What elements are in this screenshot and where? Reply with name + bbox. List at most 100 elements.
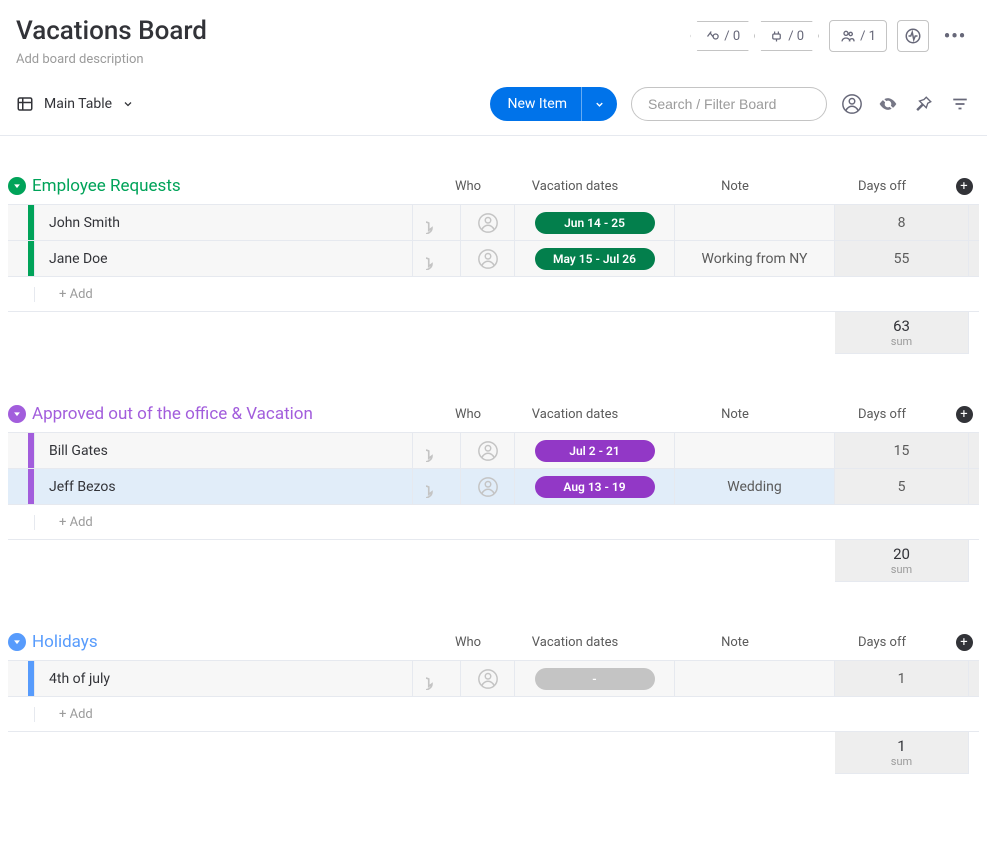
col-header-who[interactable]: Who: [441, 406, 495, 423]
date-pill: Jul 2 - 21: [535, 440, 655, 462]
who-cell[interactable]: [461, 469, 515, 504]
add-column-button[interactable]: +: [956, 634, 973, 651]
add-item-button[interactable]: + Add: [34, 515, 835, 530]
more-dots-icon: •••: [944, 26, 966, 47]
caret-down-icon: [12, 409, 22, 419]
board-description-placeholder[interactable]: Add board description: [16, 52, 690, 67]
column-sum: 63 sum: [835, 312, 969, 354]
dates-cell[interactable]: May 15 - Jul 26: [515, 241, 675, 276]
note-cell[interactable]: [675, 433, 835, 468]
more-options-button[interactable]: •••: [939, 20, 971, 52]
group-collapse-toggle[interactable]: [8, 177, 26, 195]
date-pill: Aug 13 - 19: [535, 476, 655, 498]
plug-icon: [769, 29, 784, 44]
chat-button[interactable]: [413, 205, 461, 240]
note-cell[interactable]: [675, 205, 835, 240]
days-cell[interactable]: 1: [835, 661, 969, 696]
members-badge[interactable]: / 1: [829, 20, 887, 52]
add-column-button[interactable]: +: [956, 178, 973, 195]
new-item-dropdown[interactable]: [581, 87, 617, 121]
new-item-button[interactable]: New Item: [490, 87, 618, 121]
group-title[interactable]: Holidays: [32, 632, 98, 652]
integrations-count: / 0: [788, 29, 804, 44]
pin-button[interactable]: [913, 93, 935, 115]
table-icon: [16, 95, 34, 113]
date-pill: -: [535, 668, 655, 690]
note-cell[interactable]: Working from NY: [675, 241, 835, 276]
add-item-button[interactable]: + Add: [34, 707, 835, 722]
automations-badge[interactable]: / 0: [690, 21, 755, 51]
column-sum: 1 sum: [835, 732, 969, 774]
table-row[interactable]: Jeff Bezos Aug 13 - 19 Wedding 5: [8, 468, 979, 504]
sum-value: 63: [893, 317, 910, 335]
pin-icon: [915, 95, 933, 113]
who-cell[interactable]: [461, 205, 515, 240]
caret-down-icon: [12, 637, 22, 647]
who-cell[interactable]: [461, 433, 515, 468]
item-name[interactable]: 4th of july: [34, 661, 413, 696]
col-header-note[interactable]: Note: [655, 406, 815, 423]
dates-cell[interactable]: Aug 13 - 19: [515, 469, 675, 504]
row-end-spacer: [969, 241, 979, 276]
who-cell[interactable]: [461, 241, 515, 276]
people-icon: [840, 28, 856, 44]
add-column-button[interactable]: +: [956, 406, 973, 423]
days-cell[interactable]: 15: [835, 433, 969, 468]
board-title[interactable]: Vacations Board: [16, 16, 690, 46]
table-row[interactable]: Bill Gates Jul 2 - 21 15: [8, 432, 979, 468]
col-header-dates[interactable]: Vacation dates: [495, 634, 655, 651]
hide-columns-button[interactable]: [877, 93, 899, 115]
sum-label: sum: [891, 755, 912, 768]
days-cell[interactable]: 5: [835, 469, 969, 504]
chat-button[interactable]: [413, 469, 461, 504]
note-cell[interactable]: Wedding: [675, 469, 835, 504]
col-header-note[interactable]: Note: [655, 178, 815, 195]
row-end-spacer: [969, 205, 979, 240]
add-item-button[interactable]: + Add: [34, 287, 835, 302]
col-header-days[interactable]: Days off: [815, 634, 949, 651]
note-cell[interactable]: [675, 661, 835, 696]
date-pill: May 15 - Jul 26: [535, 248, 655, 270]
chat-button[interactable]: [413, 661, 461, 696]
activity-button[interactable]: [897, 20, 929, 52]
view-selector[interactable]: Main Table: [16, 95, 134, 113]
integrations-badge[interactable]: / 0: [754, 21, 819, 51]
item-name[interactable]: Jeff Bezos: [34, 469, 413, 504]
filter-button[interactable]: [949, 93, 971, 115]
col-header-dates[interactable]: Vacation dates: [495, 178, 655, 195]
col-header-note[interactable]: Note: [655, 634, 815, 651]
item-name[interactable]: John Smith: [34, 205, 413, 240]
chat-button[interactable]: [413, 433, 461, 468]
col-header-days[interactable]: Days off: [815, 406, 949, 423]
col-header-who[interactable]: Who: [441, 178, 495, 195]
dates-cell[interactable]: Jul 2 - 21: [515, 433, 675, 468]
dates-cell[interactable]: Jun 14 - 25: [515, 205, 675, 240]
table-row[interactable]: John Smith Jun 14 - 25 8: [8, 204, 979, 240]
new-item-label: New Item: [490, 96, 582, 112]
days-cell[interactable]: 55: [835, 241, 969, 276]
item-name[interactable]: Bill Gates: [34, 433, 413, 468]
search-input[interactable]: [631, 87, 827, 121]
person-circle-icon: [841, 93, 863, 115]
days-cell[interactable]: 8: [835, 205, 969, 240]
sum-label: sum: [891, 563, 912, 576]
group-title[interactable]: Employee Requests: [32, 176, 181, 196]
group-collapse-toggle[interactable]: [8, 405, 26, 423]
table-row[interactable]: Jane Doe May 15 - Jul 26 Working from NY…: [8, 240, 979, 276]
group-title[interactable]: Approved out of the office & Vacation: [32, 404, 313, 424]
who-cell[interactable]: [461, 661, 515, 696]
view-name: Main Table: [44, 96, 112, 112]
row-end-spacer: [969, 433, 979, 468]
date-pill: Jun 14 - 25: [535, 212, 655, 234]
col-header-days[interactable]: Days off: [815, 178, 949, 195]
col-header-dates[interactable]: Vacation dates: [495, 406, 655, 423]
chat-button[interactable]: [413, 241, 461, 276]
chevron-down-icon: [122, 98, 134, 110]
item-name[interactable]: Jane Doe: [34, 241, 413, 276]
group-collapse-toggle[interactable]: [8, 633, 26, 651]
filter-icon: [951, 95, 969, 113]
dates-cell[interactable]: -: [515, 661, 675, 696]
table-row[interactable]: 4th of july - 1: [8, 660, 979, 696]
person-filter-button[interactable]: [841, 93, 863, 115]
col-header-who[interactable]: Who: [441, 634, 495, 651]
